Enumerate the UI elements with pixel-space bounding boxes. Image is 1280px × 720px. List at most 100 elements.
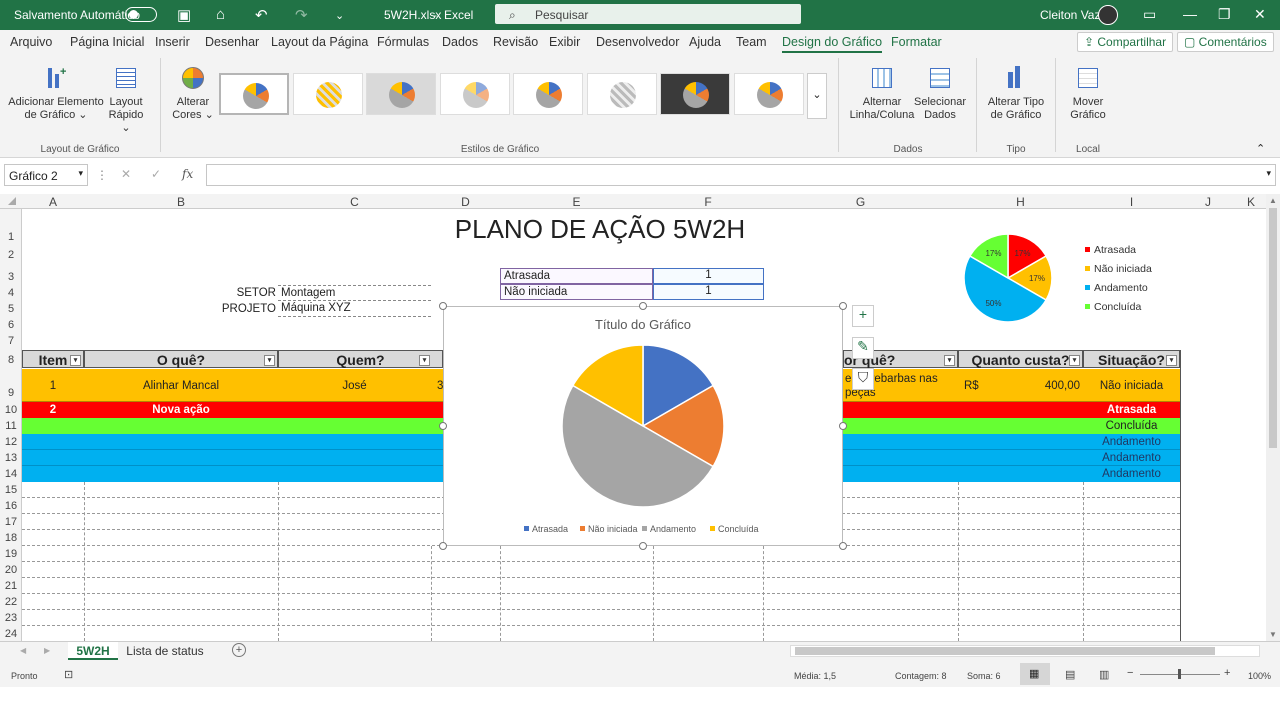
tab-team[interactable]: Team [736, 35, 767, 49]
add-chart-element-button[interactable]: + Adicionar Elemento de Gráfico ⌄ [8, 64, 104, 122]
row-header[interactable]: 14 [0, 468, 22, 480]
row-header[interactable]: 2 [0, 249, 22, 261]
filter-dropdown-icon[interactable]: ▾ [419, 355, 430, 366]
resize-handle[interactable] [839, 542, 847, 550]
column-header-j[interactable]: J [1180, 195, 1236, 209]
resize-handle[interactable] [639, 302, 647, 310]
avatar[interactable] [1098, 5, 1118, 25]
formula-input[interactable]: ▾ [206, 164, 1276, 186]
tab-inserir[interactable]: Inserir [155, 35, 190, 49]
sheet-tab-5w2h[interactable]: 5W2H [68, 642, 118, 660]
resize-handle[interactable] [639, 542, 647, 550]
tab-formulas[interactable]: Fórmulas [377, 35, 429, 49]
row-header[interactable]: 17 [0, 516, 22, 528]
row-header[interactable]: 5 [0, 303, 22, 315]
resize-handle[interactable] [439, 542, 447, 550]
chart-filters-button[interactable]: ⛉ [852, 368, 874, 390]
row-header[interactable]: 21 [0, 580, 22, 592]
expand-formula-icon[interactable]: ▾ [1266, 168, 1271, 179]
column-header-c[interactable]: C [278, 195, 431, 209]
prev-sheet-icon[interactable]: ◀ [20, 646, 26, 655]
chart-title[interactable]: Título do Gráfico [595, 317, 691, 332]
chart-legend[interactable]: Atrasada Não iniciada Andamento Concluída [524, 524, 759, 534]
chart-style-1[interactable] [219, 73, 289, 115]
scrollbar-thumb[interactable] [1269, 208, 1277, 448]
select-all-button[interactable] [8, 197, 16, 205]
sheet-tab-lista-status[interactable]: Lista de status [124, 644, 206, 658]
styles-more-button[interactable]: ⌄ [807, 73, 827, 119]
pie-chart[interactable]: Título do Gráfico Atrasada Não iniciada An… [444, 307, 842, 545]
column-header-d[interactable]: D [431, 195, 500, 209]
header-situacao[interactable]: Situação? ▾ [1083, 350, 1180, 368]
row-header[interactable]: 12 [0, 436, 22, 448]
row-header[interactable]: 24 [0, 628, 22, 640]
row-header[interactable]: 18 [0, 532, 22, 544]
row-header[interactable]: 15 [0, 484, 22, 496]
chart-style-6[interactable] [587, 73, 657, 115]
cell-item[interactable]: 1 [22, 380, 84, 392]
page-break-view-icon[interactable]: ▥ [1099, 668, 1109, 681]
filter-dropdown-icon[interactable]: ▾ [1069, 355, 1080, 366]
quick-layout-button[interactable]: Layout Rápido ⌄ [104, 64, 148, 135]
share-button[interactable]: ⇪ Compartilhar [1077, 32, 1174, 52]
cell-oque[interactable]: Alinhar Mancal [84, 380, 278, 392]
tab-dados[interactable]: Dados [442, 35, 478, 49]
chart-style-8[interactable] [734, 73, 804, 115]
row-header[interactable]: 23 [0, 612, 22, 624]
close-icon[interactable]: ✕ [1254, 6, 1266, 23]
chart-style-2[interactable] [293, 73, 363, 115]
chart-style-3[interactable] [366, 73, 436, 115]
row-header[interactable]: 9 [0, 387, 22, 399]
status-table-label[interactable]: Atrasada [500, 268, 653, 284]
cell-situacao[interactable]: Andamento [1083, 452, 1180, 464]
zoom-out-icon[interactable]: − [1127, 667, 1133, 679]
chart-styles-button[interactable]: ✎ [852, 337, 874, 359]
tab-design-grafico[interactable]: Design do Gráfico [782, 35, 883, 53]
cell-cost[interactable]: 400,00 [990, 380, 1080, 392]
row-header[interactable]: 20 [0, 564, 22, 576]
tab-desenvolvedor[interactable]: Desenvolvedor [596, 35, 679, 49]
legend-label[interactable]: Não iniciada [588, 524, 638, 534]
resize-handle[interactable] [439, 302, 447, 310]
add-sheet-icon[interactable]: + [232, 643, 246, 657]
search-box[interactable]: ⌕ Pesquisar [495, 4, 801, 24]
autosave-toggle[interactable] [125, 7, 157, 22]
tab-ajuda[interactable]: Ajuda [689, 35, 721, 49]
chart-style-7[interactable] [660, 73, 730, 115]
cell-oque[interactable]: Nova ação [84, 404, 278, 416]
customize-toolbar-icon[interactable]: ⌄ [335, 9, 344, 22]
row-header[interactable]: 4 [0, 287, 22, 299]
tab-layout-pagina[interactable]: Layout da Página [271, 35, 368, 49]
status-table-value[interactable]: 1 [653, 268, 764, 284]
row-header[interactable]: 19 [0, 548, 22, 560]
scroll-up-icon[interactable]: ▲ [1269, 196, 1277, 205]
insert-function-icon[interactable]: fx [182, 167, 193, 181]
move-chart-button[interactable]: Mover Gráfico [1062, 64, 1114, 122]
row-header[interactable]: 1 [0, 231, 22, 243]
tab-exibir[interactable]: Exibir [549, 35, 580, 49]
macro-record-icon[interactable]: ⊡ [64, 668, 73, 681]
horizontal-scrollbar[interactable] [790, 645, 1260, 657]
column-header-h[interactable]: H [958, 195, 1083, 209]
column-header-a[interactable]: A [22, 195, 84, 209]
column-header-i[interactable]: I [1083, 195, 1180, 209]
filter-dropdown-icon[interactable]: ▾ [264, 355, 275, 366]
enter-icon[interactable]: ✓ [151, 167, 161, 181]
change-colors-button[interactable]: Alterar Cores ⌄ [168, 64, 218, 122]
tab-pagina-inicial[interactable]: Página Inicial [70, 35, 144, 49]
minimize-icon[interactable]: — [1183, 6, 1197, 22]
cell-situacao[interactable]: Atrasada [1083, 404, 1180, 416]
tab-revisao[interactable]: Revisão [493, 35, 538, 49]
cell-situacao[interactable]: Concluída [1083, 420, 1180, 432]
zoom-slider-thumb[interactable] [1178, 669, 1181, 679]
row-header[interactable]: 22 [0, 596, 22, 608]
cancel-icon[interactable]: ✕ [121, 167, 131, 181]
legend-label[interactable]: Atrasada [532, 524, 568, 534]
normal-view-button[interactable]: ▦ [1020, 663, 1050, 685]
vertical-scrollbar[interactable]: ▲ ▼ [1266, 194, 1280, 641]
name-box[interactable]: Gráfico 2 ▾ [4, 164, 88, 186]
scroll-down-icon[interactable]: ▼ [1269, 630, 1277, 639]
status-table-value[interactable]: 1 [653, 284, 764, 300]
header-quem[interactable]: Quem? ▾ [278, 350, 443, 368]
row-header[interactable]: 16 [0, 500, 22, 512]
